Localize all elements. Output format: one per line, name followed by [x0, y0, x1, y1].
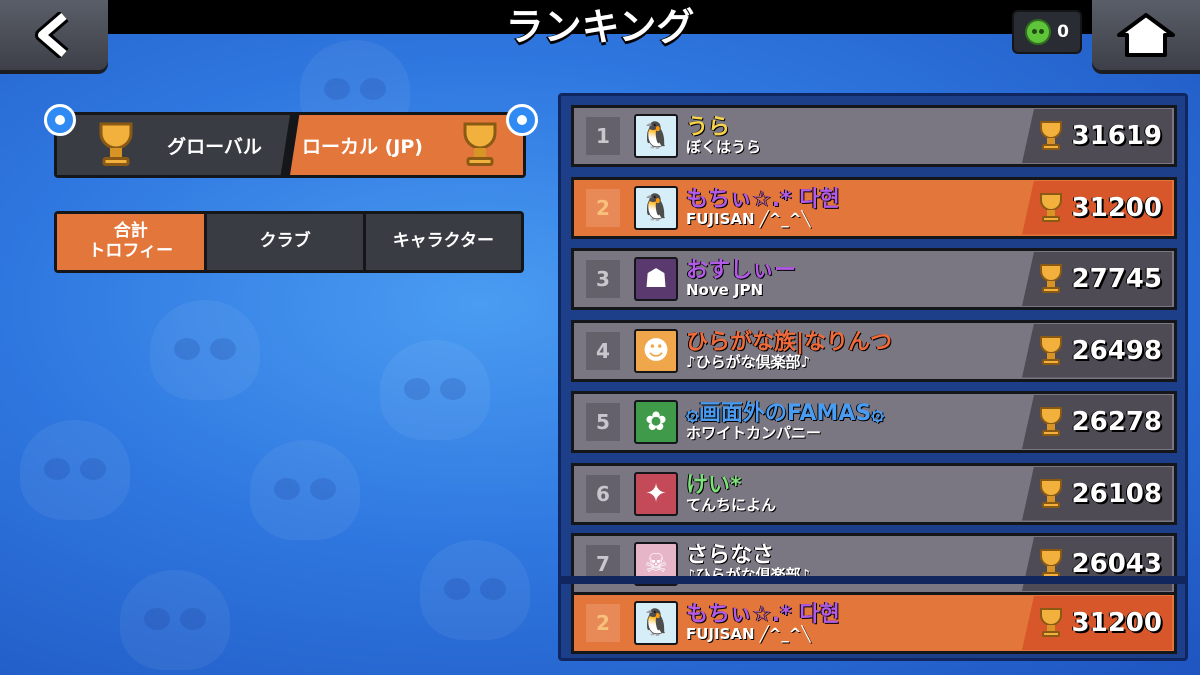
- penguin-avatar-icon: 🐧: [634, 601, 678, 645]
- rank-number: 1: [586, 117, 620, 155]
- tab-total-trophies[interactable]: 合計 トロフィー: [57, 214, 205, 270]
- trophy-icon: [1034, 335, 1068, 366]
- back-button[interactable]: [0, 0, 108, 70]
- dark-brawler-avatar-icon: ☗: [634, 257, 678, 301]
- bg-skull-icon: [420, 540, 530, 640]
- tab-club[interactable]: クラブ: [207, 214, 363, 270]
- tab-character[interactable]: キャラクター: [365, 214, 521, 270]
- my-rank-row[interactable]: 2 🐧 もちぃ☆.* 다현 FUJISAN ╱^_^╲ 31200: [571, 176, 1177, 239]
- trophy-icon: [1034, 478, 1068, 509]
- rank-number: 3: [586, 260, 620, 298]
- bird-brawler-avatar-icon: ✦: [634, 471, 678, 516]
- home-button[interactable]: [1092, 0, 1200, 70]
- bg-skull-icon: [250, 440, 360, 540]
- club-name: ホワイトカンパニー: [686, 424, 822, 443]
- table-row[interactable]: 1 🐧 うら ぼくはうら 31619: [571, 105, 1177, 167]
- ranking-list[interactable]: 1 🐧 うら ぼくはうら 31619 2 🐧 もちぃ☆.* 다현 FUJISAN ╱^_^╲ 31…: [558, 93, 1188, 661]
- trophy-icon: [1034, 264, 1068, 294]
- trophy-box: 26278: [1022, 395, 1172, 449]
- token-count: 0: [1057, 22, 1069, 42]
- player-info: おすしぃー Nove JPN: [686, 259, 1022, 299]
- player-name: もちぃ☆.* 다현: [686, 602, 840, 628]
- trophy-count: 31200: [1071, 192, 1162, 223]
- category-tabs: 合計 トロフィー クラブ キャラクター: [54, 211, 524, 273]
- player-info: ۞画面外のFAMAS۞ ホワイトカンパニー: [686, 402, 1022, 442]
- club-name: ぼくはうら: [686, 138, 762, 157]
- table-row[interactable]: 3 ☗ おすしぃー Nove JPN 27745: [571, 248, 1177, 310]
- trophy-icon: [454, 122, 505, 168]
- trophy-box: 26498: [1022, 323, 1172, 378]
- chevron-left-icon: [35, 12, 69, 58]
- player-name: ۞画面外のFAMAS۞: [686, 401, 885, 427]
- trophy-box: 31200: [1022, 180, 1172, 235]
- tab-total-trophies-label: 合計 トロフィー: [88, 221, 174, 261]
- rank-number: 2: [586, 604, 620, 642]
- bg-skull-icon: [150, 300, 260, 400]
- player-info: もちぃ☆.* 다현 FUJISAN ╱^_^╲: [686, 603, 1022, 643]
- trophy-count: 26498: [1071, 335, 1162, 366]
- club-name: FUJISAN ╱^_^╲: [686, 209, 811, 228]
- table-row[interactable]: 5 ✿ ۞画面外のFAMAS۞ ホワイトカンパニー 26278: [571, 391, 1177, 453]
- trophy-icon: [91, 122, 142, 168]
- rank-number: 2: [586, 188, 620, 227]
- player-info: けい* てんちによん: [686, 474, 1022, 514]
- player-name: ひらがな族|なりんつ: [686, 329, 893, 355]
- trophy-count: 26278: [1071, 407, 1162, 437]
- trophy-icon: [1034, 192, 1068, 223]
- location-pin-icon: [506, 104, 538, 136]
- table-row[interactable]: 7☠さらなさ♪ひらがな倶楽部♪26043: [571, 533, 1177, 595]
- club-name: ♪ひらがな倶楽部♪: [686, 352, 811, 371]
- bg-skull-icon: [20, 420, 130, 520]
- table-row[interactable]: 4 ☻ ひらがな族|なりんつ ♪ひらがな倶楽部♪ 26498: [571, 319, 1177, 382]
- trophy-count: 31200: [1071, 608, 1162, 638]
- token-counter[interactable]: 0: [1012, 10, 1082, 54]
- player-name: さらなさ: [686, 543, 775, 569]
- trophy-box: 31619: [1022, 109, 1172, 163]
- trophy-count: 26043: [1071, 549, 1162, 579]
- leaf-brawler-avatar-icon: ✿: [634, 400, 678, 444]
- sticky-divider: [561, 576, 1185, 584]
- player-info: ひらがな族|なりんつ ♪ひらがな倶楽部♪: [686, 331, 1022, 371]
- tab-character-label: キャラクター: [392, 231, 495, 252]
- player-name: うら: [686, 115, 731, 141]
- club-name: てんちによん: [686, 495, 777, 514]
- penguin-avatar-icon: 🐧: [634, 114, 678, 158]
- bg-skull-icon: [380, 340, 490, 440]
- tab-local-label: ローカル (JP): [302, 135, 423, 158]
- my-rank-row[interactable]: 2 🐧 もちぃ☆.* 다현 FUJISAN ╱^_^╲ 31200: [571, 592, 1177, 654]
- trophy-icon: [1034, 121, 1068, 151]
- trophy-box: 27745: [1022, 252, 1172, 306]
- trophy-box: 31200: [1022, 596, 1172, 650]
- trophy-count: 31619: [1071, 121, 1162, 151]
- rank-number: 5: [586, 403, 620, 441]
- trophy-count: 27745: [1071, 264, 1162, 294]
- tab-local[interactable]: ローカル (JP): [290, 115, 523, 175]
- home-icon: [1117, 13, 1175, 57]
- globe-pin-icon: [44, 104, 76, 136]
- player-info: もちぃ☆.* 다현 FUJISAN ╱^_^╲: [686, 188, 1022, 228]
- tab-club-label: クラブ: [259, 231, 311, 252]
- rank-number: 6: [586, 474, 620, 513]
- trophy-icon: [1034, 549, 1068, 579]
- trophy-count: 26108: [1071, 478, 1162, 509]
- player-name: おすしぃー: [686, 258, 797, 284]
- club-name: Nove JPN: [686, 281, 764, 300]
- trophy-icon: [1034, 608, 1068, 638]
- tab-global[interactable]: グローバル: [57, 115, 290, 175]
- tab-global-label: グローバル: [167, 135, 262, 158]
- player-name: けい*: [686, 472, 742, 498]
- bg-skull-icon: [120, 570, 230, 670]
- robot-avatar-icon: ☻: [634, 328, 678, 373]
- table-row[interactable]: 6 ✦ けい* てんちによん 26108: [571, 462, 1177, 525]
- trophy-icon: [1034, 407, 1068, 437]
- region-tabs: グローバル ローカル (JP): [54, 112, 526, 178]
- penguin-avatar-icon: 🐧: [634, 185, 678, 230]
- trophy-box: 26108: [1022, 466, 1172, 521]
- player-name: もちぃ☆.* 다현: [686, 186, 840, 212]
- token-icon: [1025, 19, 1052, 45]
- player-info: うら ぼくはうら: [686, 116, 1022, 156]
- club-name: FUJISAN ╱^_^╲: [686, 625, 811, 644]
- rank-number: 4: [586, 331, 620, 370]
